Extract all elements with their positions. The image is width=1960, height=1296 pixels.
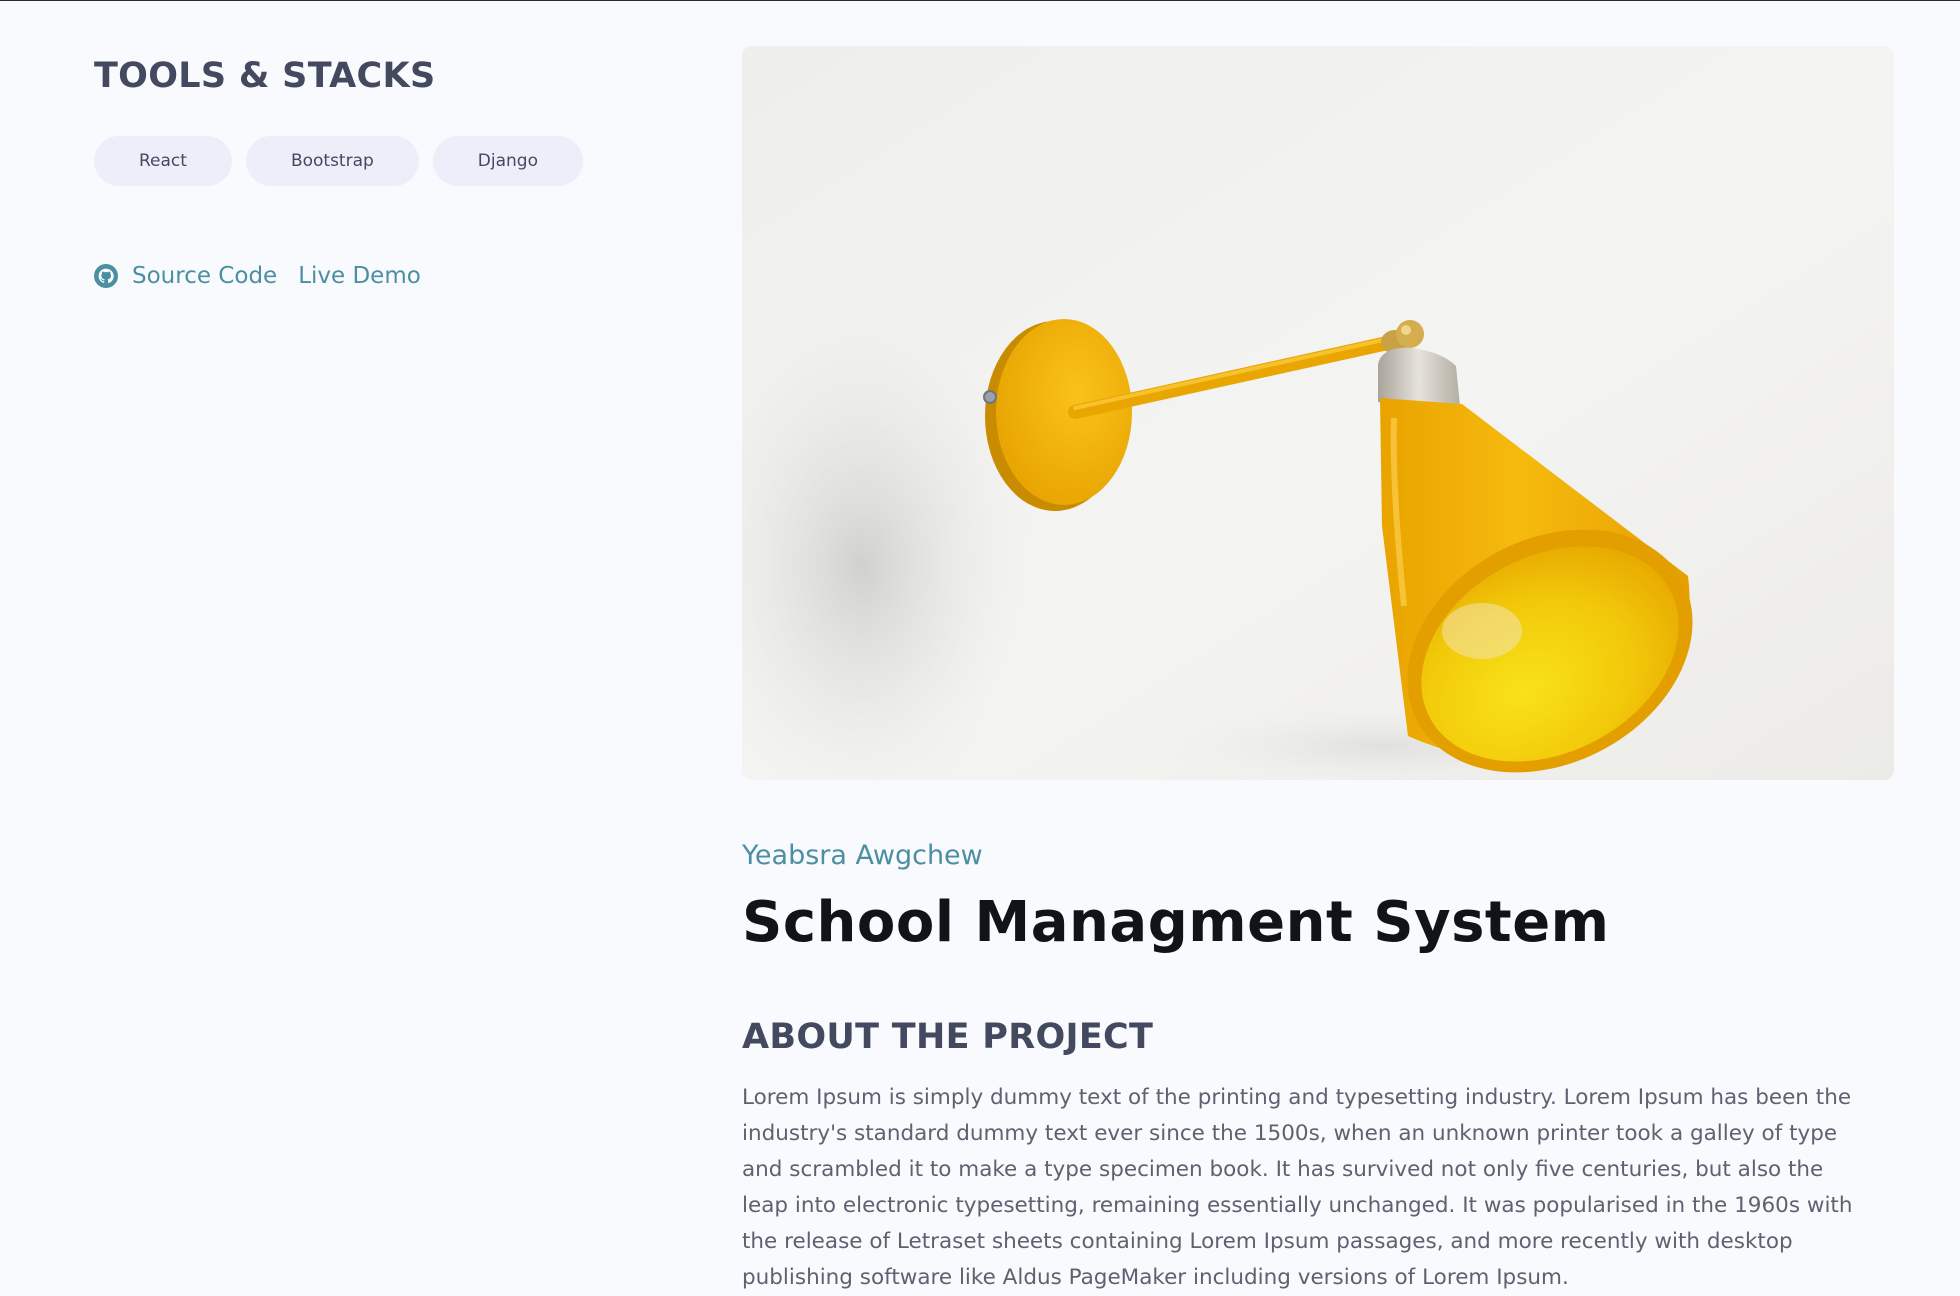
about-heading: ABOUT THE PROJECT — [742, 1017, 1154, 1057]
tools-heading: TOOLS & STACKS — [94, 56, 436, 96]
wall-lamp-illustration — [742, 46, 1894, 780]
source-code-link[interactable]: Source Code — [94, 263, 277, 289]
tools-sidebar: TOOLS & STACKS React Bootstrap Django So… — [94, 53, 654, 289]
project-author: Yeabsra Awgchew — [742, 840, 983, 871]
project-detail: Yeabsra Awgchew School Managment System … — [742, 46, 1894, 1296]
project-image — [742, 46, 1894, 780]
stack-pill-bootstrap[interactable]: Bootstrap — [245, 136, 419, 186]
stack-pill-react[interactable]: React — [94, 136, 232, 186]
github-icon — [94, 264, 118, 288]
source-code-label: Source Code — [132, 263, 278, 289]
project-links: Source Code Live Demo — [94, 263, 654, 289]
project-title: School Managment System — [742, 890, 1610, 955]
about-text: Lorem Ipsum is simply dummy text of the … — [742, 1085, 1853, 1290]
live-demo-link[interactable]: Live Demo — [298, 263, 421, 289]
stack-pill-django[interactable]: Django — [432, 136, 583, 186]
stack-list: React Bootstrap Django — [94, 136, 654, 186]
